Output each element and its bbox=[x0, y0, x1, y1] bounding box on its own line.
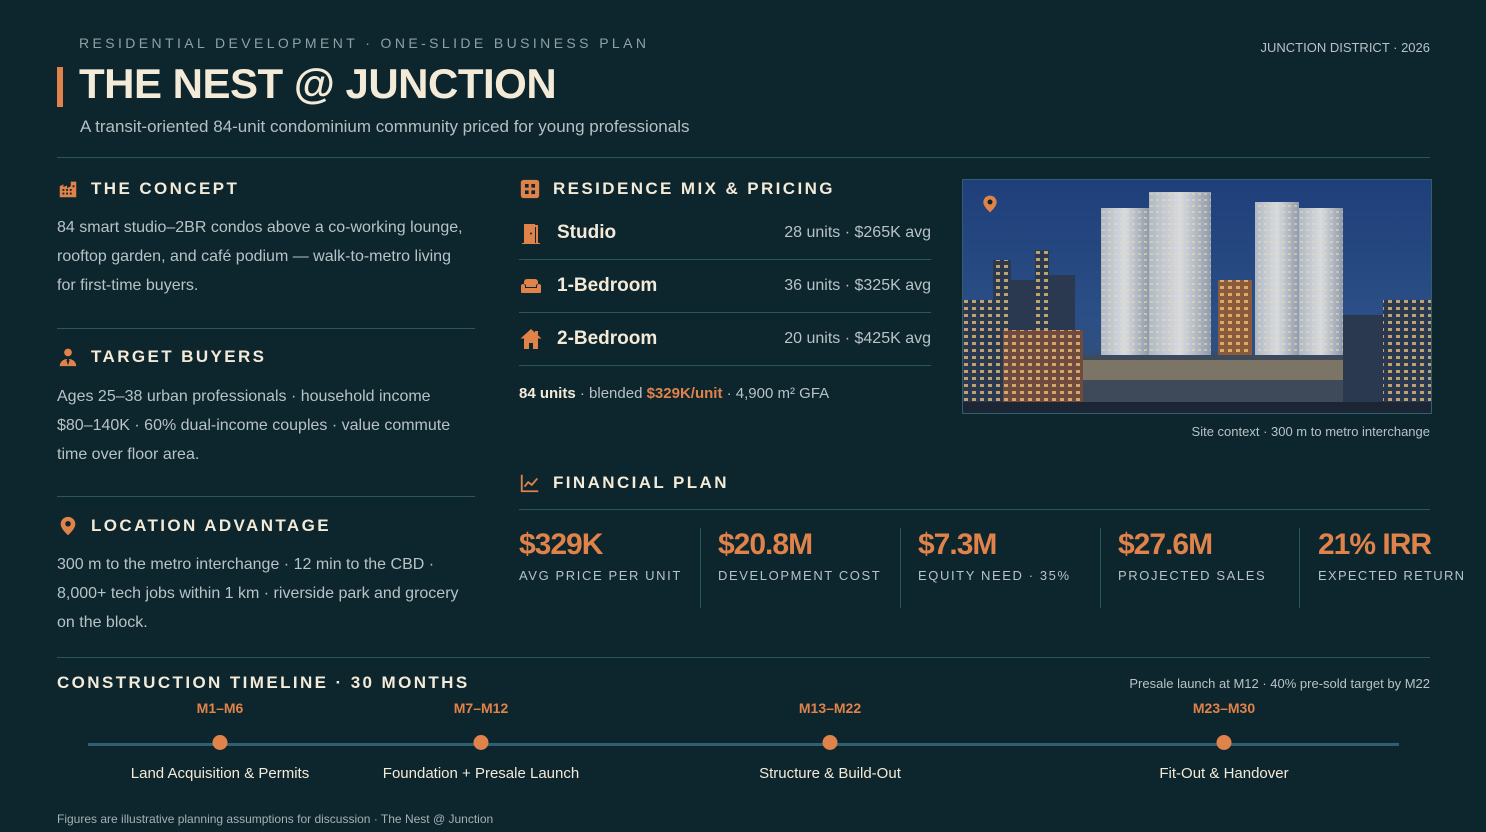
mix-heading: RESIDENCE MIX & PRICING bbox=[519, 178, 835, 200]
kpi-value: $20.8M bbox=[718, 528, 813, 561]
kpi-label: DEVELOPMENT COST bbox=[718, 568, 882, 583]
header-divider bbox=[57, 157, 1430, 158]
trend-chart-icon bbox=[519, 472, 541, 494]
page-subtitle: A transit-oriented 84-unit condominium c… bbox=[80, 117, 690, 136]
mix-heading-label: RESIDENCE MIX & PRICING bbox=[553, 179, 835, 198]
summary-blended-value: $329K/unit bbox=[646, 385, 723, 402]
milestone-code: M13–M22 bbox=[798, 700, 862, 716]
milestone-label: Foundation + Presale Launch bbox=[382, 765, 580, 782]
grid-icon bbox=[519, 178, 541, 200]
location-heading-label: LOCATION ADVANTAGE bbox=[91, 516, 331, 535]
mix-row-meta: 36 units · $325K avg bbox=[784, 277, 931, 294]
buyers-heading-label: TARGET BUYERS bbox=[91, 347, 267, 366]
photo-caption: Site context · 300 m to metro interchang… bbox=[1191, 424, 1430, 439]
milestone-label: Fit-Out & Handover bbox=[1159, 765, 1289, 782]
milestone-label: Structure & Build-Out bbox=[759, 765, 901, 782]
milestone-dot bbox=[822, 735, 838, 750]
mix-row-name: 1-Bedroom bbox=[557, 275, 658, 296]
kpi-value: $27.6M bbox=[1118, 528, 1213, 561]
location-heading: LOCATION ADVANTAGE bbox=[57, 515, 331, 537]
financial-heading-label: FINANCIAL PLAN bbox=[553, 473, 729, 492]
kpi-label: AVG PRICE PER UNIT bbox=[519, 568, 682, 583]
building-icon bbox=[57, 178, 79, 200]
kpi-value: 21% IRR bbox=[1318, 528, 1432, 561]
summary-gfa: · 4,900 m² GFA bbox=[726, 385, 830, 402]
timeline-track bbox=[88, 743, 1399, 746]
concept-heading: THE CONCEPT bbox=[57, 178, 239, 200]
concept-divider bbox=[57, 328, 475, 329]
page-title: THE NEST @ JUNCTION bbox=[79, 60, 557, 107]
kpi-sales: $27.6M PROJECTED SALES bbox=[1118, 528, 1266, 608]
milestone-code: M1–M6 bbox=[196, 700, 244, 716]
milestone-label: Land Acquisition & Permits bbox=[130, 765, 310, 782]
professional-icon bbox=[57, 346, 79, 368]
kpi-value: $329K bbox=[519, 528, 603, 561]
city-night-illustration bbox=[963, 180, 1431, 413]
timeline-divider bbox=[57, 657, 1430, 658]
milestone-dot bbox=[473, 735, 489, 750]
financial-divider bbox=[519, 509, 1430, 510]
title-accent-bar bbox=[57, 67, 63, 107]
kpi-divider bbox=[1299, 528, 1300, 608]
district-year: JUNCTION DISTRICT · 2026 bbox=[1260, 40, 1430, 55]
kpi-label: PROJECTED SALES bbox=[1118, 568, 1267, 583]
mix-row-studio: Studio 28 units · $265K avg bbox=[519, 207, 931, 260]
mix-row-name: Studio bbox=[557, 222, 617, 243]
map-pin-icon bbox=[57, 515, 79, 537]
kpi-divider bbox=[1100, 528, 1101, 608]
kpi-return: 21% IRR EXPECTED RETURN bbox=[1318, 528, 1465, 608]
milestone-code: M23–M30 bbox=[1192, 700, 1256, 716]
mix-summary: 84 units · blended $329K/unit · 4,900 m²… bbox=[519, 385, 829, 402]
kpi-label: EXPECTED RETURN bbox=[1318, 568, 1466, 583]
kpi-dev-cost: $20.8M DEVELOPMENT COST bbox=[718, 528, 881, 608]
kpi-divider bbox=[900, 528, 901, 608]
kpi-avg-price: $329K AVG PRICE PER UNIT bbox=[519, 528, 682, 608]
mix-row-meta: 28 units · $265K avg bbox=[784, 224, 931, 241]
concept-text: 84 smart studio–2BR condos above a co-wo… bbox=[57, 219, 463, 294]
summary-blended-label: · blended bbox=[579, 385, 643, 402]
milestone-code: M7–M12 bbox=[453, 700, 509, 716]
eyebrow-text: RESIDENTIAL DEVELOPMENT · ONE-SLIDE BUSI… bbox=[79, 35, 650, 51]
location-text: 300 m to the metro interchange · 12 min … bbox=[57, 556, 459, 631]
footnote: Figures are illustrative planning assump… bbox=[57, 812, 494, 826]
sofa-icon bbox=[519, 274, 543, 298]
concept-heading-label: THE CONCEPT bbox=[91, 179, 240, 198]
summary-units: 84 units bbox=[519, 385, 576, 402]
milestone-dot bbox=[212, 735, 228, 750]
kpi-value: $7.3M bbox=[918, 528, 997, 561]
map-pin-icon bbox=[980, 194, 1000, 214]
buyers-text: Ages 25–38 urban professionals · househo… bbox=[57, 388, 451, 463]
milestone-dot bbox=[1216, 735, 1232, 750]
timeline-note: Presale launch at M12 · 40% pre-sold tar… bbox=[1129, 676, 1430, 691]
mix-row-1br: 1-Bedroom 36 units · $325K avg bbox=[519, 260, 931, 313]
mix-row-name: 2-Bedroom bbox=[557, 328, 658, 349]
kpi-divider bbox=[700, 528, 701, 608]
mix-row-2br: 2-Bedroom 20 units · $425K avg bbox=[519, 313, 931, 366]
mix-row-meta: 20 units · $425K avg bbox=[784, 330, 931, 347]
timeline-heading: CONSTRUCTION TIMELINE · 30 MONTHS bbox=[57, 673, 470, 692]
house-icon bbox=[519, 327, 543, 351]
buyers-divider bbox=[57, 496, 475, 497]
buyers-heading: TARGET BUYERS bbox=[57, 346, 266, 368]
kpi-equity: $7.3M EQUITY NEED · 35% bbox=[918, 528, 1071, 608]
door-icon bbox=[519, 221, 543, 245]
kpi-label: EQUITY NEED · 35% bbox=[918, 568, 1071, 583]
financial-heading: FINANCIAL PLAN bbox=[519, 472, 729, 494]
site-photo bbox=[962, 179, 1432, 414]
